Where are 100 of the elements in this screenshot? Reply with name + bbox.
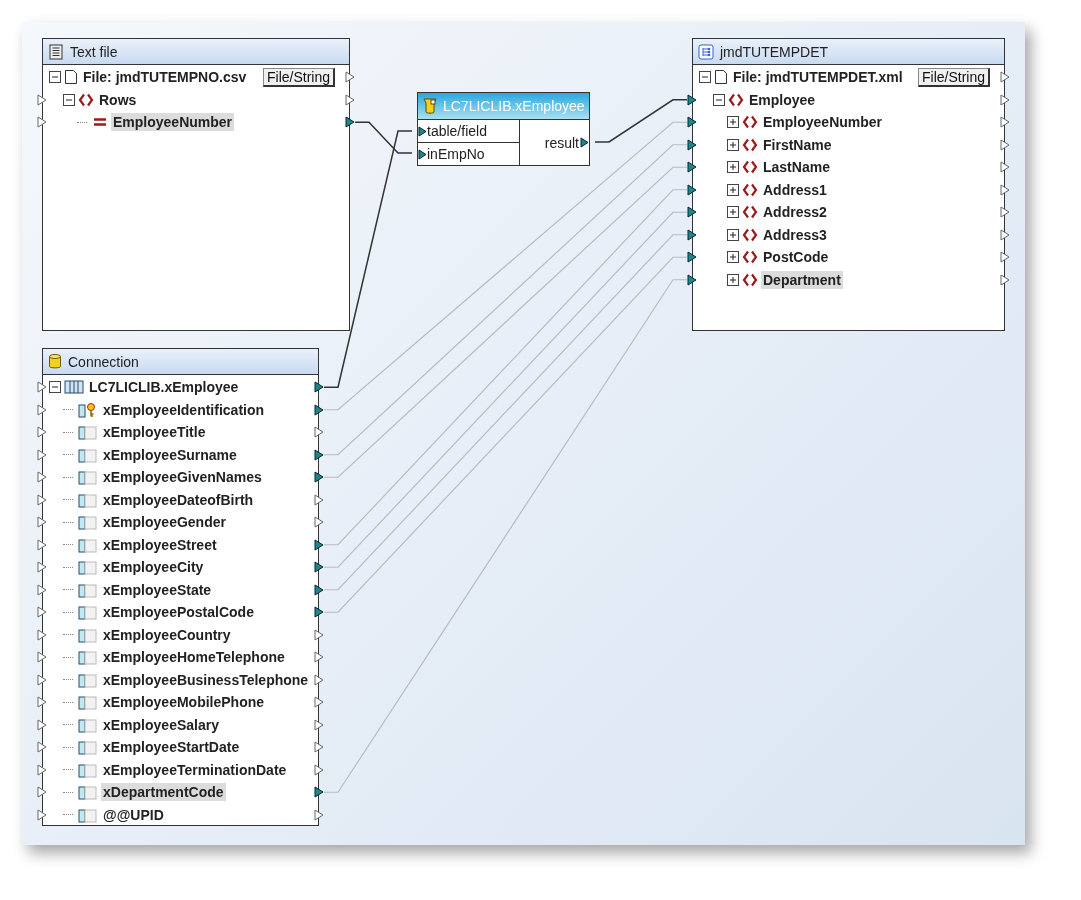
output-port[interactable]: [314, 516, 324, 529]
expand-icon[interactable]: [727, 251, 739, 264]
input-port[interactable]: [37, 116, 47, 129]
output-port[interactable]: [1000, 183, 1010, 196]
output-port[interactable]: [1000, 93, 1010, 106]
input-port[interactable]: [37, 786, 47, 799]
input-port[interactable]: [37, 493, 47, 506]
output-port[interactable]: [314, 696, 324, 709]
output-port[interactable]: [314, 448, 324, 461]
expand-icon[interactable]: [727, 206, 739, 219]
expand-icon[interactable]: [727, 116, 739, 129]
output-port[interactable]: [314, 403, 324, 416]
tree-item[interactable]: File: jmdTUTEMPDET.xml: [731, 68, 905, 87]
output-port[interactable]: [314, 786, 324, 799]
input-port[interactable]: [37, 516, 47, 529]
output-port[interactable]: [1000, 116, 1010, 129]
input-port[interactable]: [37, 403, 47, 416]
output-port[interactable]: [314, 673, 324, 686]
input-port[interactable]: [37, 628, 47, 641]
input-port[interactable]: [37, 808, 47, 821]
input-port[interactable]: [687, 138, 697, 151]
output-port[interactable]: [345, 71, 355, 84]
collapse-icon[interactable]: [49, 71, 61, 84]
input-port[interactable]: [37, 448, 47, 461]
output-port[interactable]: [314, 718, 324, 731]
input-port[interactable]: [687, 161, 697, 174]
file-string-button[interactable]: File/String: [262, 67, 335, 87]
tree-item[interactable]: Address1: [761, 180, 829, 199]
input-port[interactable]: [37, 606, 47, 619]
tree-item[interactable]: xEmployeeMobilePhone: [101, 693, 267, 712]
tree-item[interactable]: PostCode: [761, 248, 831, 267]
input-port[interactable]: [687, 183, 697, 196]
input-port[interactable]: [687, 273, 697, 286]
output-port[interactable]: [345, 116, 355, 129]
collapse-icon[interactable]: [699, 71, 711, 84]
collapse-icon[interactable]: [49, 381, 61, 394]
tree-item[interactable]: Department: [761, 270, 843, 289]
input-port[interactable]: [37, 741, 47, 754]
output-port[interactable]: [314, 426, 324, 439]
tree-item[interactable]: EmployeeNumber: [761, 113, 885, 132]
output-port[interactable]: [314, 763, 324, 776]
output-port[interactable]: [1000, 251, 1010, 264]
tree-item[interactable]: xEmployeeSalary: [101, 715, 221, 734]
input-port[interactable]: [418, 148, 427, 160]
output-port[interactable]: [314, 493, 324, 506]
output-port[interactable]: [314, 561, 324, 574]
input-port[interactable]: [687, 206, 697, 219]
tree-item[interactable]: Rows: [97, 90, 139, 109]
tree-item[interactable]: xEmployeeStartDate: [101, 738, 242, 757]
input-port[interactable]: [37, 93, 47, 106]
tree-item[interactable]: xEmployeeSurname: [101, 445, 239, 464]
collapse-icon[interactable]: [63, 93, 75, 106]
input-port[interactable]: [687, 228, 697, 241]
output-port[interactable]: [314, 381, 324, 394]
tree-item[interactable]: xEmployeeCountry: [101, 625, 233, 644]
output-port[interactable]: [314, 651, 324, 664]
output-port[interactable]: [314, 628, 324, 641]
tree-item[interactable]: File: jmdTUTEMPNO.csv: [81, 68, 249, 87]
output-port[interactable]: [314, 606, 324, 619]
tree-item[interactable]: xEmployeeBusinessTelephone: [101, 670, 311, 689]
tree-item[interactable]: LastName: [761, 158, 832, 177]
expand-icon[interactable]: [727, 161, 739, 174]
expand-icon[interactable]: [727, 183, 739, 196]
expand-icon[interactable]: [727, 228, 739, 241]
output-port[interactable]: [1000, 71, 1010, 84]
input-port[interactable]: [37, 673, 47, 686]
tree-item[interactable]: xEmployeeDateofBirth: [101, 490, 256, 509]
tree-item[interactable]: xEmployeeGender: [101, 513, 228, 532]
input-port[interactable]: [37, 718, 47, 731]
input-port[interactable]: [687, 251, 697, 264]
input-port[interactable]: [37, 696, 47, 709]
tree-item[interactable]: LC7LICLIB.xEmployee: [87, 378, 241, 397]
tree-item[interactable]: xEmployeeTitle: [101, 423, 208, 442]
input-port[interactable]: [37, 426, 47, 439]
output-port[interactable]: [580, 137, 589, 148]
input-port[interactable]: [687, 93, 697, 106]
output-port[interactable]: [314, 741, 324, 754]
output-port[interactable]: [314, 583, 324, 596]
input-port[interactable]: [37, 471, 47, 484]
input-port[interactable]: [37, 583, 47, 596]
tree-item[interactable]: xEmployeeStreet: [101, 535, 219, 554]
tree-item[interactable]: FirstName: [761, 135, 834, 154]
output-port[interactable]: [314, 538, 324, 551]
output-port[interactable]: [1000, 206, 1010, 219]
tree-item[interactable]: xEmployeeCity: [101, 558, 206, 577]
output-port[interactable]: [345, 93, 355, 106]
input-port[interactable]: [37, 763, 47, 776]
input-port[interactable]: [37, 538, 47, 551]
input-port[interactable]: [687, 116, 697, 129]
tree-item[interactable]: Address2: [761, 203, 829, 222]
file-string-button[interactable]: File/String: [917, 67, 990, 87]
expand-icon[interactable]: [727, 273, 739, 286]
tree-item[interactable]: xEmployeeHomeTelephone: [101, 648, 287, 667]
output-port[interactable]: [1000, 273, 1010, 286]
input-port[interactable]: [37, 651, 47, 664]
input-port[interactable]: [37, 381, 47, 394]
tree-item[interactable]: EmployeeNumber: [111, 113, 235, 132]
output-port[interactable]: [314, 471, 324, 484]
output-port[interactable]: [1000, 161, 1010, 174]
expand-icon[interactable]: [727, 138, 739, 151]
